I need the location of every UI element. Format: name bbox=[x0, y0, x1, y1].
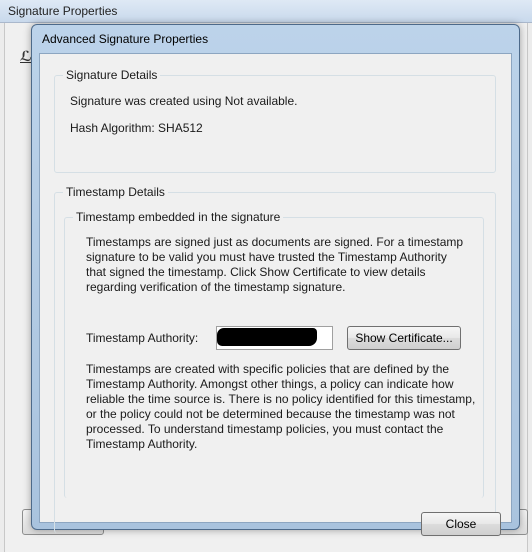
background-window-title: Signature Properties bbox=[8, 4, 118, 18]
background-titlebar: Signature Properties bbox=[0, 0, 532, 23]
show-certificate-button[interactable]: Show Certificate... bbox=[347, 326, 461, 350]
timestamp-authority-field[interactable] bbox=[216, 326, 333, 350]
redaction-mark bbox=[217, 328, 317, 346]
timestamp-description-text: Timestamps are signed just as documents … bbox=[86, 235, 464, 294]
signature-details-heading: Signature Details bbox=[63, 68, 161, 82]
timestamp-details-heading: Timestamp Details bbox=[63, 185, 168, 199]
hash-algorithm-text: Hash Algorithm: SHA512 bbox=[70, 121, 203, 135]
dialog-title: Advanced Signature Properties bbox=[42, 32, 209, 46]
timestamp-embedded-heading: Timestamp embedded in the signature bbox=[73, 210, 284, 224]
timestamp-policy-text: Timestamps are created with specific pol… bbox=[86, 362, 476, 451]
advanced-signature-properties-dialog: Advanced Signature Properties Signature … bbox=[31, 24, 520, 536]
signature-created-text: Signature was created using Not availabl… bbox=[70, 94, 298, 108]
close-button[interactable]: Close bbox=[421, 512, 501, 536]
timestamp-authority-label: Timestamp Authority: bbox=[86, 331, 199, 345]
